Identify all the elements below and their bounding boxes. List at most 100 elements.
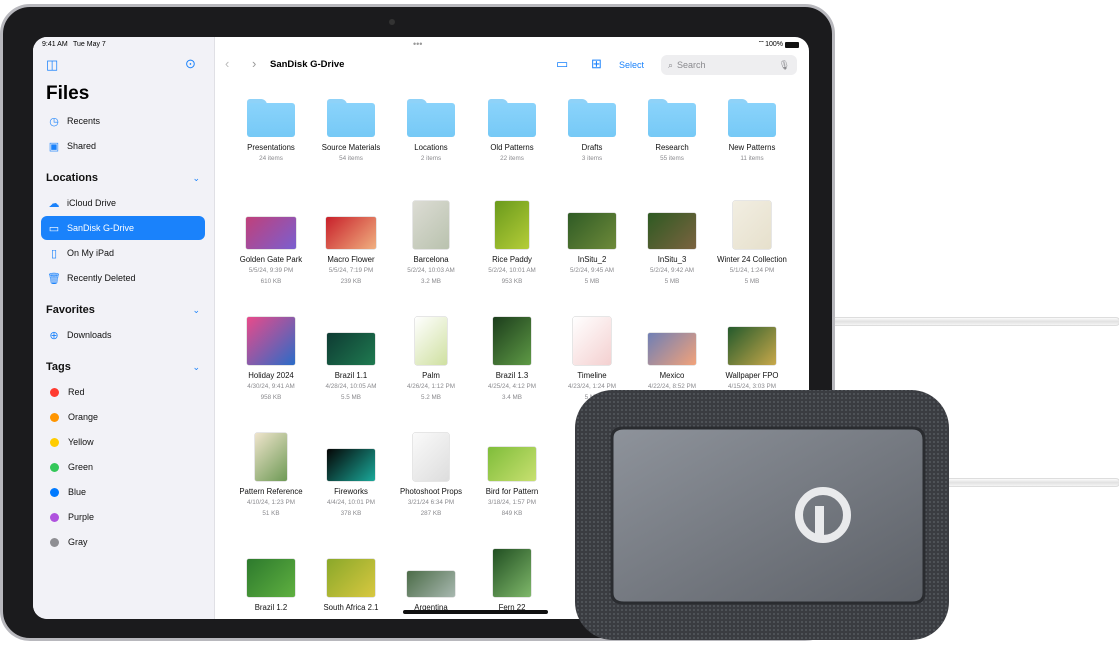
file-name: Brazil 1.2 bbox=[254, 603, 288, 612]
folder-icon bbox=[327, 99, 375, 137]
new-folder-icon[interactable]: ▭ bbox=[556, 56, 568, 72]
ipad-icon: ▯ bbox=[50, 247, 58, 260]
file-item[interactable]: Brazil 1.3 4/25/24, 4:12 PM 3.4 MB bbox=[470, 313, 554, 403]
file-item[interactable]: Barcelona 5/2/24, 10:03 AM 3.2 MB bbox=[389, 197, 473, 287]
file-item[interactable]: Fern 22 bbox=[470, 545, 554, 613]
tag-color-icon bbox=[50, 437, 59, 447]
forward-icon[interactable]: › bbox=[252, 56, 256, 71]
sidebar-toggle-icon[interactable]: ◫ bbox=[46, 57, 58, 73]
locations-header[interactable]: Locations bbox=[46, 172, 98, 184]
file-date: 3/18/24, 1:57 PM bbox=[488, 499, 536, 506]
file-item[interactable]: Photoshoot Props 3/21/24 6:34 PM 287 KB bbox=[389, 429, 473, 519]
file-name: Research bbox=[655, 143, 689, 152]
grid-view-icon[interactable]: ⊞ bbox=[591, 56, 602, 72]
file-item[interactable]: Wallpaper FPO 4/15/24, 3:03 PM bbox=[710, 313, 794, 392]
file-item[interactable]: Brazil 1.1 4/28/24, 10:05 AM 5.5 MB bbox=[309, 313, 393, 403]
file-item[interactable]: Argentina bbox=[389, 545, 473, 613]
sidebar-item-shared[interactable]: ▣ Shared bbox=[41, 134, 205, 158]
file-item[interactable]: Fireworks 4/4/24, 10:01 PM 378 KB bbox=[309, 429, 393, 519]
search-input[interactable]: ⌕ Search 🎙︎ bbox=[661, 55, 797, 75]
tag-red[interactable]: Red bbox=[41, 380, 205, 404]
microphone-icon[interactable]: 🎙︎ bbox=[779, 60, 790, 71]
file-item[interactable]: Rice Paddy 5/2/24, 10:01 AM 953 KB bbox=[470, 197, 554, 287]
tag-green[interactable]: Green bbox=[41, 455, 205, 479]
home-indicator[interactable] bbox=[403, 610, 548, 614]
folder-item[interactable]: Locations 2 items bbox=[389, 85, 473, 164]
file-thumbnail bbox=[327, 559, 375, 597]
file-name: Brazil 1.3 bbox=[495, 371, 529, 380]
file-name: Drafts bbox=[581, 143, 603, 152]
file-name: Timeline bbox=[577, 371, 607, 380]
sidebar-item-downloads[interactable]: ⊕ Downloads bbox=[41, 323, 205, 347]
item-count: 3 items bbox=[581, 155, 603, 162]
file-item[interactable]: Winter 24 Collection 5/1/24, 1:24 PM 5 MB bbox=[710, 197, 794, 287]
folder-icon bbox=[247, 99, 295, 137]
file-thumbnail bbox=[573, 317, 611, 365]
status-battery: 100% bbox=[765, 41, 783, 48]
more-icon[interactable]: ⊙ bbox=[185, 56, 196, 72]
tag-orange[interactable]: Orange bbox=[41, 405, 205, 429]
download-icon: ⊕ bbox=[49, 329, 59, 342]
folder-item[interactable]: New Patterns 11 items bbox=[710, 85, 794, 164]
file-thumbnail bbox=[728, 327, 776, 365]
file-thumbnail bbox=[488, 447, 536, 481]
file-item[interactable]: InSitu_3 5/2/24, 9:42 AM 5 MB bbox=[630, 197, 714, 287]
cloud-icon: ☁ bbox=[48, 197, 60, 210]
sidebar-item-on-my-ipad[interactable]: ▯ On My iPad bbox=[41, 241, 205, 265]
folder-icon bbox=[728, 99, 776, 137]
select-button[interactable]: Select bbox=[619, 60, 644, 70]
multitask-icon[interactable]: ••• bbox=[413, 39, 422, 49]
file-name: Locations bbox=[414, 143, 448, 152]
back-icon[interactable]: ‹ bbox=[225, 56, 229, 71]
file-item[interactable]: Brazil 1.2 bbox=[229, 545, 313, 613]
folder-icon bbox=[488, 99, 536, 137]
file-size: 378 KB bbox=[340, 510, 362, 517]
sidebar-item-sandisk-g-drive[interactable]: ▭ SanDisk G-Drive bbox=[41, 216, 205, 240]
sidebar-item-recents[interactable]: ◷ Recents bbox=[41, 109, 205, 133]
tag-blue[interactable]: Blue bbox=[41, 480, 205, 504]
folder-item[interactable]: Presentations 24 items bbox=[229, 85, 313, 164]
tag-color-icon bbox=[50, 512, 59, 522]
sidebar-item-label: On My iPad bbox=[67, 248, 115, 258]
file-item[interactable]: Mexico 4/22/24, 8:52 PM bbox=[630, 313, 714, 392]
chevron-down-icon[interactable]: ⌄ bbox=[192, 362, 200, 373]
tag-yellow[interactable]: Yellow bbox=[41, 430, 205, 454]
file-item[interactable]: Palm 4/26/24, 1:12 PM 5.2 MB bbox=[389, 313, 473, 403]
file-item[interactable]: Holiday 2024 4/30/24, 9:41 AM 958 KB bbox=[229, 313, 313, 403]
file-item[interactable]: InSitu_2 5/2/24, 9:45 AM 5 MB bbox=[550, 197, 634, 287]
file-thumbnail bbox=[255, 433, 287, 481]
folder-item[interactable]: Research 55 items bbox=[630, 85, 714, 164]
file-item[interactable]: South Africa 2.1 bbox=[309, 545, 393, 613]
file-name: Bird for Pattern bbox=[485, 487, 539, 496]
sidebar-item-recently-deleted[interactable]: 🗑︎ Recently Deleted bbox=[41, 266, 205, 290]
usb-cable bbox=[930, 478, 1119, 487]
status-date: Tue May 7 bbox=[73, 41, 106, 48]
sidebar: 9:41 AM Tue May 7 ◫ ⊙ Files ◷ Recents ▣ Sha… bbox=[33, 37, 215, 619]
folder-item[interactable]: Drafts 3 items bbox=[550, 85, 634, 164]
tag-color-icon bbox=[50, 487, 59, 497]
file-size: 3.2 MB bbox=[421, 278, 441, 285]
sidebar-item-icloud-drive[interactable]: ☁ iCloud Drive bbox=[41, 191, 205, 215]
clock-icon: ◷ bbox=[49, 115, 59, 128]
file-item[interactable]: Golden Gate Park 5/5/24, 9:39 PM 610 KB bbox=[229, 197, 313, 287]
file-item[interactable]: Pattern Reference 4/10/24, 1:23 PM 51 KB bbox=[229, 429, 313, 519]
file-size: 51 KB bbox=[262, 510, 280, 517]
file-size: 610 KB bbox=[260, 278, 282, 285]
tag-color-icon bbox=[50, 462, 59, 472]
sidebar-item-label: Shared bbox=[67, 141, 97, 151]
tags-header[interactable]: Tags bbox=[46, 361, 71, 373]
file-thumbnail bbox=[407, 571, 455, 597]
file-item[interactable]: Macro Flower 5/5/24, 7:19 PM 239 KB bbox=[309, 197, 393, 287]
tag-gray[interactable]: Gray bbox=[41, 530, 205, 554]
tag-label: Yellow bbox=[68, 437, 94, 447]
search-icon: ⌕ bbox=[668, 59, 674, 70]
file-name: Golden Gate Park bbox=[239, 255, 303, 264]
chevron-down-icon[interactable]: ⌄ bbox=[192, 173, 200, 184]
file-item[interactable]: Bird for Pattern 3/18/24, 1:57 PM 849 KB bbox=[470, 429, 554, 519]
favorites-header[interactable]: Favorites bbox=[46, 304, 95, 316]
folder-item[interactable]: Old Patterns 22 items bbox=[470, 85, 554, 164]
chevron-down-icon[interactable]: ⌄ bbox=[192, 305, 200, 316]
folder-item[interactable]: Source Materials 54 items bbox=[309, 85, 393, 164]
file-thumbnail bbox=[327, 333, 375, 365]
tag-purple[interactable]: Purple bbox=[41, 505, 205, 529]
